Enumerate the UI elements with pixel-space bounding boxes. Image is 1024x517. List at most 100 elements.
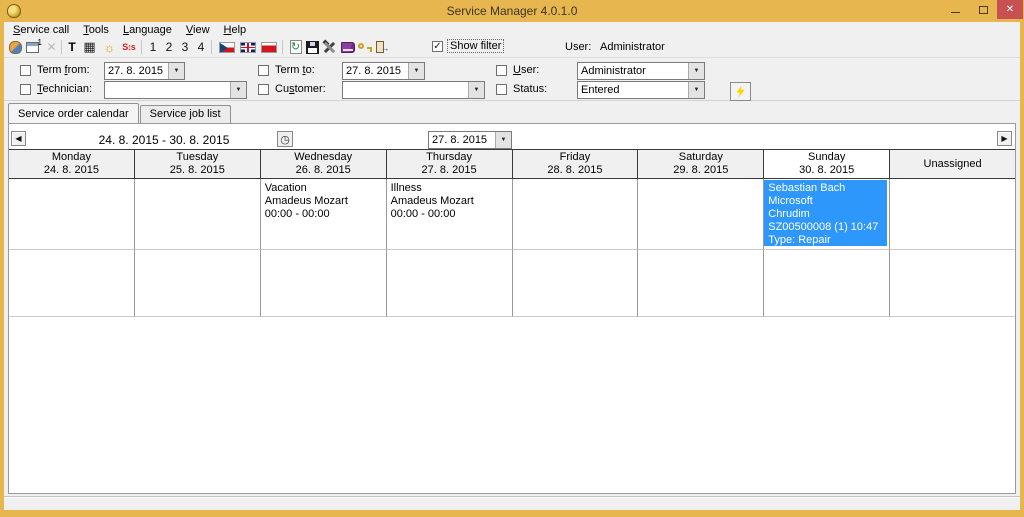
maximize-button[interactable]	[969, 0, 997, 19]
day-view-button[interactable]: ☼	[101, 39, 118, 55]
language-polish-button[interactable]	[259, 39, 279, 55]
technician-checkbox[interactable]	[20, 84, 31, 95]
user-label: User:	[565, 41, 592, 53]
show-filter-label: Show filter	[446, 39, 505, 53]
settings-button[interactable]	[321, 38, 338, 55]
previous-week-button[interactable]: ◀	[11, 131, 26, 146]
clock-icon: ◷	[280, 133, 290, 146]
calendar-cell[interactable]	[890, 179, 1015, 250]
calendar-cell[interactable]	[512, 250, 639, 317]
calendar-cell[interactable]	[9, 250, 135, 317]
chevron-down-icon[interactable]: ▼	[688, 63, 704, 79]
calendar-cell[interactable]	[512, 179, 639, 250]
user-filter-value: Administrator	[581, 65, 646, 77]
status-value: Entered	[581, 84, 620, 96]
new-service-call-button[interactable]	[7, 39, 24, 55]
menu-tools[interactable]: Tools	[76, 23, 116, 37]
term-to-value: 27. 8. 2015	[346, 65, 402, 77]
status-combobox[interactable]: Entered ▼	[577, 81, 705, 99]
save-icon	[306, 40, 319, 54]
text-mode-button[interactable]: T	[65, 39, 79, 55]
term-from-checkbox[interactable]	[20, 65, 31, 76]
title-bar: Service Manager 4.0.1.0 ✕	[0, 0, 1024, 22]
apply-filter-button[interactable]	[730, 82, 751, 101]
language-czech-button[interactable]	[217, 39, 237, 55]
maximize-icon	[978, 5, 988, 14]
calendar-cell[interactable]: Vacation Amadeus Mozart 00:00 - 00:00	[260, 179, 387, 250]
exit-button[interactable]: →	[373, 39, 390, 55]
properties-icon: 1	[26, 38, 42, 53]
calendar-cell[interactable]: Illness Amadeus Mozart 00:00 - 00:00	[386, 179, 513, 250]
grid-view-button[interactable]: ▦	[81, 39, 98, 55]
term-to-combobox[interactable]: 27. 8. 2015 ▼	[342, 62, 425, 80]
calendar-event-service-order[interactable]: Sebastian Bach Microsoft Chrudim SZ00500…	[764, 180, 888, 246]
calendar-cell[interactable]	[638, 250, 765, 317]
next-week-button[interactable]: ▶	[997, 131, 1012, 146]
customer-combobox[interactable]: ▼	[342, 81, 485, 99]
clock-button[interactable]: ◷	[277, 131, 293, 147]
key-icon	[357, 40, 373, 54]
calendar-cell[interactable]	[386, 250, 513, 317]
arrow-left-icon: ◀	[15, 134, 22, 143]
chevron-down-icon[interactable]: ▼	[168, 63, 184, 79]
customer-checkbox[interactable]	[258, 84, 269, 95]
tab-service-order-calendar[interactable]: Service order calendar	[8, 103, 139, 123]
minimize-button[interactable]	[941, 0, 969, 19]
chevron-down-icon[interactable]: ▼	[468, 82, 484, 98]
technician-label: Technician:	[37, 83, 93, 95]
license-button[interactable]	[356, 39, 373, 55]
week-range-label: 24. 8. 2015 - 30. 8. 2015	[98, 133, 230, 147]
term-from-combobox[interactable]: 27. 8. 2015 ▼	[104, 62, 185, 80]
letter-t-icon: T	[68, 40, 76, 54]
calendar-cell[interactable]	[638, 179, 765, 250]
exit-door-icon: →	[375, 40, 390, 54]
tab-service-job-list[interactable]: Service job list	[139, 105, 231, 123]
calendar-cell[interactable]	[890, 250, 1015, 317]
user-value: Administrator	[600, 41, 665, 53]
menu-view[interactable]: View	[179, 23, 217, 37]
refresh-icon: ↻	[289, 40, 302, 54]
sort-button[interactable]: S↕s	[119, 39, 138, 55]
calendar-cell[interactable]	[764, 250, 891, 317]
delete-button[interactable]: ✕	[43, 39, 60, 55]
language-english-button[interactable]	[238, 39, 258, 55]
date-picker-value: 27. 8. 2015	[432, 134, 488, 146]
user-checkbox[interactable]	[496, 65, 507, 76]
save-button[interactable]	[304, 39, 321, 55]
chevron-down-icon[interactable]: ▼	[495, 132, 511, 148]
term-to-checkbox[interactable]	[258, 65, 269, 76]
calendar-event-vacation[interactable]: Vacation Amadeus Mozart 00:00 - 00:00	[261, 179, 386, 221]
week-count-3-button[interactable]: 3	[178, 39, 192, 55]
user-combobox[interactable]: Administrator ▼	[577, 62, 705, 80]
close-button[interactable]: ✕	[997, 0, 1023, 19]
menu-service-call[interactable]: Service call	[6, 23, 76, 37]
status-checkbox[interactable]	[496, 84, 507, 95]
term-to-label: Term to:	[275, 64, 315, 76]
calendar-cell[interactable]	[9, 179, 135, 250]
calendar-event-illness[interactable]: Illness Amadeus Mozart 00:00 - 00:00	[387, 179, 512, 221]
calendar-cell[interactable]	[134, 179, 261, 250]
chevron-down-icon[interactable]: ▼	[688, 82, 704, 98]
column-header-monday: Monday 24. 8. 2015	[9, 150, 135, 178]
refresh-button[interactable]: ↻	[287, 39, 304, 55]
open-properties-button[interactable]: 1	[24, 38, 42, 55]
show-filter-checkbox[interactable]: ✓	[432, 40, 443, 52]
chevron-down-icon[interactable]: ▼	[408, 63, 424, 79]
calendar-cell[interactable]	[134, 250, 261, 317]
date-picker-combobox[interactable]: 27. 8. 2015 ▼	[428, 131, 512, 149]
calendar-cell[interactable]: Sebastian Bach Microsoft Chrudim SZ00500…	[764, 179, 891, 250]
show-filter-toggle[interactable]: ✓ Show filter	[432, 39, 505, 53]
week-count-2-button[interactable]: 2	[162, 39, 176, 55]
menu-help[interactable]: Help	[217, 23, 254, 37]
sort-icon: S↕s	[122, 42, 135, 52]
calendar-cell[interactable]	[260, 250, 387, 317]
technician-value	[105, 82, 230, 98]
week-count-4-button[interactable]: 4	[194, 39, 208, 55]
week-count-1-button[interactable]: 1	[146, 39, 160, 55]
technician-combobox[interactable]: ▼	[104, 81, 247, 99]
menu-language[interactable]: Language	[116, 23, 179, 37]
manual-button[interactable]	[339, 39, 356, 55]
chevron-down-icon[interactable]: ▼	[230, 82, 246, 98]
sun-icon: ☼	[103, 39, 116, 55]
flag-english-icon	[240, 41, 256, 53]
